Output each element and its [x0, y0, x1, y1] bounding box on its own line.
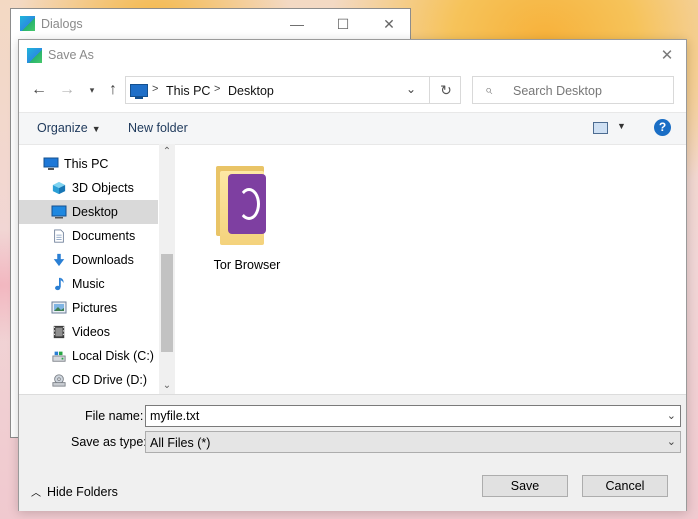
scroll-down-chevron-icon[interactable]: ⌄ [159, 378, 175, 394]
bg-titlebar: Dialogs — ☐ ✕ [11, 9, 410, 39]
breadcrumb-this-pc[interactable]: This PC [166, 84, 210, 98]
save-as-type-value: All Files (*) [150, 436, 211, 450]
organize-button[interactable]: Organize ▼ [37, 121, 101, 135]
document-icon [54, 229, 64, 243]
refresh-icon[interactable]: ↻ [429, 76, 462, 104]
help-icon[interactable]: ? [654, 119, 671, 136]
address-dropdown-chevron-icon[interactable]: ⌄ [406, 82, 416, 96]
file-list-pane: Tor Browser [176, 144, 686, 394]
folder-label: Tor Browser [213, 258, 281, 272]
view-options-icon[interactable] [593, 122, 608, 134]
app-icon [20, 16, 35, 31]
cd-drive-icon [52, 374, 66, 387]
save-options-panel: File name: ⌄ Save as type: All Files (*)… [19, 394, 686, 511]
nav-item-label: Local Disk (C:) [72, 349, 154, 363]
picture-icon [51, 301, 67, 314]
nav-item-label: Documents [72, 229, 136, 243]
desktop-icon [51, 205, 67, 219]
computer-icon [130, 84, 148, 99]
organize-label: Organize [37, 121, 88, 135]
dialog-titlebar: Save As ✕ [19, 40, 686, 71]
nav-item-desktop[interactable]: Desktop [19, 200, 158, 224]
nav-item-label: 3D Objects [72, 181, 134, 195]
chevron-down-icon[interactable]: ⌄ [667, 435, 676, 448]
search-placeholder: Search Desktop [513, 84, 602, 98]
nav-item-this-pc[interactable]: This PC [19, 152, 158, 176]
tor-onion-icon [228, 174, 266, 234]
save-as-type-select[interactable]: All Files (*) ⌄ [145, 431, 681, 453]
cube-icon [52, 181, 66, 195]
up-arrow-icon[interactable]: ↑ [101, 78, 125, 102]
nav-item-label: Videos [72, 325, 110, 339]
nav-item-label: Desktop [72, 205, 118, 219]
nav-item-videos[interactable]: Videos [19, 320, 158, 344]
nav-item-local-disk[interactable]: Local Disk (C:) [19, 344, 158, 368]
search-box[interactable]: ⌕ Search Desktop [472, 76, 674, 104]
navigation-pane: This PC 3D Objects Desktop Documents Dow… [19, 144, 175, 394]
close-button[interactable]: ✕ [366, 9, 412, 39]
save-as-dialog: Save As ✕ ← → ▾ ↑ > This PC > Desktop ⌄ … [18, 39, 687, 511]
file-name-combobox[interactable]: ⌄ [145, 405, 681, 427]
music-note-icon [55, 277, 64, 291]
search-icon: ⌕ [485, 82, 493, 97]
forward-arrow-icon[interactable]: → [55, 78, 79, 102]
file-name-label: File name: [85, 409, 144, 423]
caret-down-icon: ▼ [91, 124, 101, 134]
hide-folders-button[interactable]: ︿ Hide Folders [31, 484, 118, 499]
hide-folders-label: Hide Folders [47, 485, 118, 499]
folder-tor-browser[interactable]: Tor Browser [206, 156, 288, 272]
film-icon [53, 325, 65, 339]
bg-window-title: Dialogs [41, 17, 83, 31]
breadcrumb-separator-icon[interactable]: > [214, 83, 220, 95]
command-toolbar: Organize ▼ New folder ▼ ? [19, 112, 686, 145]
computer-icon [43, 157, 59, 170]
nav-item-label: Downloads [72, 253, 134, 267]
app-icon [27, 48, 42, 63]
cancel-button[interactable]: Cancel [582, 475, 668, 497]
breadcrumb-separator-icon[interactable]: > [152, 83, 158, 95]
nav-item-pictures[interactable]: Pictures [19, 296, 158, 320]
new-folder-button[interactable]: New folder [128, 121, 188, 135]
nav-pane-scrollbar[interactable]: ⌃ ⌄ [159, 144, 175, 394]
breadcrumb-desktop[interactable]: Desktop [228, 84, 274, 98]
scroll-up-chevron-icon[interactable]: ⌃ [159, 144, 175, 160]
view-options-caret-icon[interactable]: ▼ [617, 121, 626, 131]
address-bar[interactable]: > This PC > Desktop ⌄ [125, 76, 461, 104]
nav-item-label: Pictures [72, 301, 118, 315]
disk-icon [52, 351, 66, 362]
scrollbar-thumb[interactable] [161, 254, 173, 352]
save-button[interactable]: Save [482, 475, 568, 497]
dialog-title: Save As [48, 48, 94, 62]
nav-item-music[interactable]: Music [19, 272, 158, 296]
minimize-button[interactable]: — [274, 9, 320, 39]
nav-item-downloads[interactable]: Downloads [19, 248, 158, 272]
nav-item-cd-drive[interactable]: CD Drive (D:) [19, 368, 158, 392]
maximize-button[interactable]: ☐ [320, 9, 366, 39]
nav-item-3d-objects[interactable]: 3D Objects [19, 176, 158, 200]
chevron-up-icon: ︿ [31, 488, 41, 499]
nav-item-documents[interactable]: Documents [19, 224, 158, 248]
nav-item-label: CD Drive (D:) [72, 373, 147, 387]
nav-item-label: Music [72, 277, 105, 291]
back-arrow-icon[interactable]: ← [27, 78, 51, 102]
dialog-close-button[interactable]: ✕ [648, 40, 686, 71]
download-arrow-icon [53, 253, 65, 267]
nav-item-label: This PC [64, 157, 109, 171]
chevron-down-icon[interactable]: ⌄ [667, 409, 676, 422]
save-as-type-label: Save as type: [71, 435, 147, 449]
file-name-input[interactable] [148, 407, 652, 425]
